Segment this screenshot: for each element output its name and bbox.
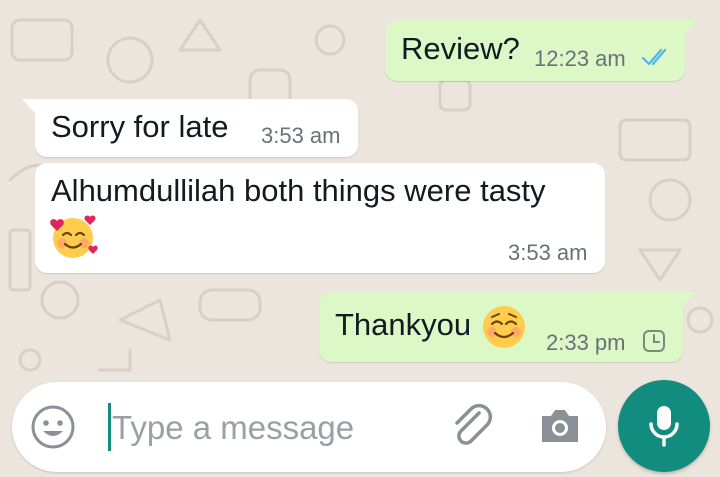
message-bubble-outgoing[interactable]: Thankyou 2:33 pm	[319, 292, 695, 362]
message-time: 12:23 am	[534, 46, 626, 71]
emoji-icon[interactable]	[30, 404, 76, 450]
message-time: 2:33 pm	[546, 330, 626, 355]
message-text: Sorry for late	[51, 109, 229, 144]
voice-record-button[interactable]	[618, 380, 710, 472]
message-time: 3:53 am	[261, 123, 341, 148]
smiling-face-blushing-icon	[483, 306, 525, 348]
attach-icon[interactable]	[449, 403, 497, 451]
message-text: Thankyou	[335, 307, 472, 342]
message-bubble-outgoing[interactable]: Review? 12:23 am	[385, 20, 697, 81]
bubble-tail	[683, 292, 695, 306]
read-ticks-icon	[641, 48, 667, 66]
pending-clock-icon	[643, 330, 665, 352]
text-cursor	[108, 403, 111, 451]
message-input-bar: Type a message	[12, 382, 606, 472]
bubble-tail	[685, 20, 697, 34]
message-text: Review?	[401, 31, 520, 66]
smiling-face-with-hearts-icon	[50, 215, 98, 258]
mic-icon	[649, 406, 679, 447]
camera-icon[interactable]	[538, 406, 582, 446]
message-time: 3:53 am	[508, 240, 588, 265]
message-text: Alhumdullilah both things were tasty	[51, 173, 546, 208]
bubble-tail	[22, 99, 35, 113]
message-input[interactable]: Type a message	[112, 409, 354, 447]
message-bubble-incoming[interactable]: Sorry for late 3:53 am	[22, 99, 358, 157]
message-bubble-incoming[interactable]: Alhumdullilah both things were tasty 3:5…	[35, 163, 605, 273]
